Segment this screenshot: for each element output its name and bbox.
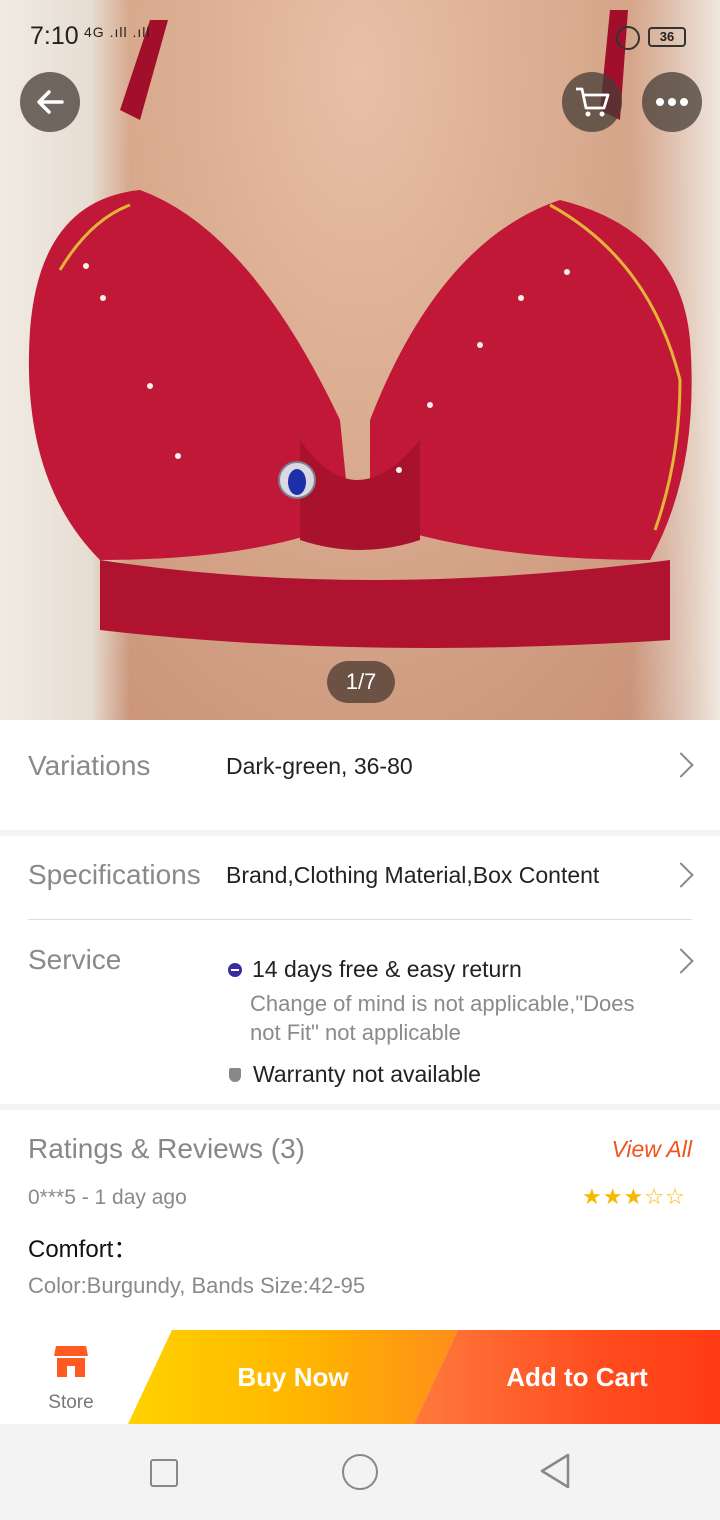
chevron-right-icon	[668, 948, 694, 974]
buy-now-button[interactable]: Buy Now	[128, 1330, 458, 1424]
chevron-right-icon	[668, 862, 694, 888]
variations-row[interactable]: Variations Dark-green, 36-80	[0, 720, 720, 830]
reviews-title: Ratings & Reviews (3)	[28, 1133, 305, 1164]
star-empty-icon: ☆	[644, 1184, 665, 1209]
variations-label: Variations	[28, 750, 151, 781]
star-empty-icon: ☆	[664, 1184, 686, 1209]
battery-icon: 36	[648, 27, 686, 47]
add-to-cart-button[interactable]: Add to Cart	[414, 1330, 720, 1424]
nav-back-icon[interactable]	[538, 1452, 572, 1490]
warranty-info: Warranty not available	[226, 1061, 481, 1088]
return-note: Change of mind is not applicable,"Does n…	[250, 991, 635, 1045]
store-label: Store	[48, 1392, 94, 1413]
system-nav-bar	[0, 1424, 720, 1520]
star-filled-icon: ★	[623, 1184, 645, 1209]
product-image[interactable]: 7:10 4G .ıll .ıll 36 1/7	[0, 0, 720, 720]
home-icon[interactable]	[342, 1454, 378, 1490]
image-counter: 1/7	[327, 661, 395, 703]
more-button[interactable]	[642, 72, 702, 132]
star-filled-icon: ★	[582, 1184, 603, 1209]
store-icon	[54, 1346, 88, 1377]
specifications-row[interactable]: Specifications Brand,Clothing Material,B…	[0, 836, 720, 916]
variations-value: Dark-green, 36-80	[226, 753, 413, 779]
service-row[interactable]: Service 14 days free & easy return Chang…	[0, 916, 720, 1104]
more-dots-icon	[656, 98, 688, 106]
reviewer-info: 0***5 - 1 day ago	[28, 1186, 187, 1209]
review-title: Comfort：	[28, 1236, 138, 1263]
cart-icon	[576, 87, 610, 117]
shield-icon	[229, 1067, 241, 1082]
divider	[28, 919, 692, 920]
view-all-link[interactable]: View All	[611, 1136, 692, 1163]
status-bar: 7:10 4G .ıll .ıll 36	[0, 0, 720, 74]
return-icon	[228, 962, 242, 977]
specifications-value: Brand,Clothing Material,Box Content	[226, 862, 600, 888]
warranty-text: Warranty not available	[253, 1061, 481, 1087]
arrow-left-icon	[37, 90, 64, 114]
service-label: Service	[28, 944, 122, 975]
chevron-right-icon	[668, 752, 694, 778]
recents-icon[interactable]	[150, 1459, 178, 1487]
signal-icon: 4G .ıll .ıll	[84, 24, 151, 40]
back-button[interactable]	[20, 72, 80, 132]
store-button[interactable]: Store	[0, 1330, 142, 1424]
specifications-label: Specifications	[28, 859, 201, 890]
action-bar: Store Buy Now Add to Cart	[0, 1330, 720, 1424]
rating-stars: ★★★☆☆	[582, 1184, 686, 1210]
return-policy: 14 days free & easy return	[226, 956, 522, 983]
review-meta: Color:Burgundy, Bands Size:42-95	[28, 1273, 366, 1298]
status-time: 7:10	[30, 22, 79, 50]
return-title: 14 days free & easy return	[252, 956, 522, 982]
rotation-lock-icon	[616, 26, 640, 50]
cart-button[interactable]	[562, 72, 622, 132]
star-filled-icon: ★	[602, 1184, 624, 1209]
